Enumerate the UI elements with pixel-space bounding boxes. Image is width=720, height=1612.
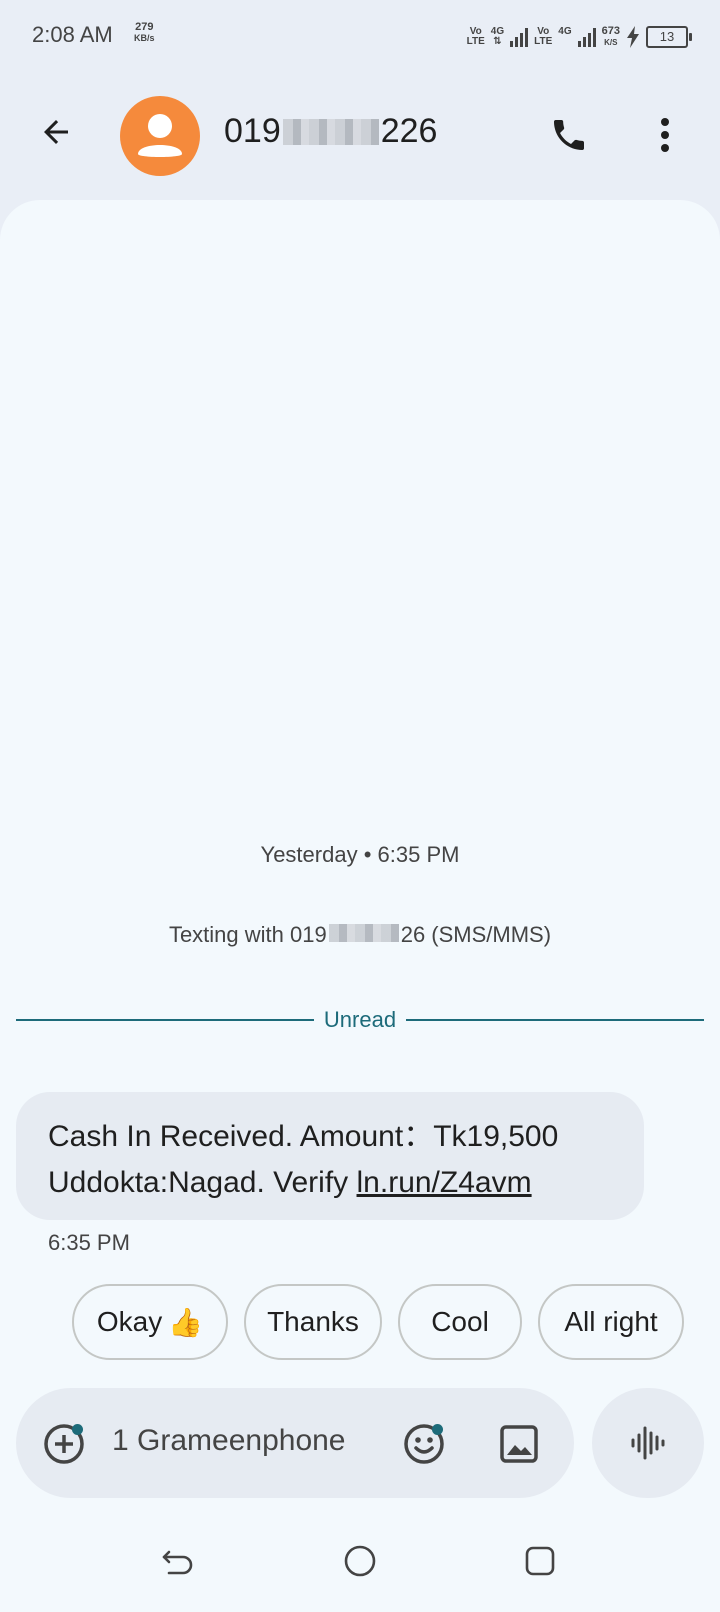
voice-waveform-icon bbox=[631, 1426, 665, 1460]
thumbs-up-icon: 👍 bbox=[168, 1306, 204, 1338]
smart-reply-thanks[interactable]: Thanks bbox=[244, 1284, 382, 1360]
message-bubble[interactable]: Cash In Received. Amount：Tk19,500 Uddokt… bbox=[16, 1092, 644, 1220]
more-options-button[interactable] bbox=[640, 110, 690, 160]
contact-number[interactable]: 019 226 bbox=[224, 112, 437, 151]
message-line-1: Cash In Received. Amount：Tk19,500 bbox=[48, 1120, 559, 1153]
system-nav-bar bbox=[0, 1524, 720, 1612]
network-speed: 673 K/S bbox=[601, 25, 620, 48]
message-link[interactable]: ln.run/Z4avm bbox=[357, 1166, 532, 1199]
more-vert-icon bbox=[661, 118, 669, 152]
charging-bolt-icon bbox=[627, 26, 639, 48]
contact-avatar[interactable] bbox=[120, 96, 200, 176]
compose-bar[interactable]: 1 Grameenphone bbox=[16, 1388, 574, 1498]
nav-home-icon bbox=[344, 1545, 376, 1577]
back-button[interactable] bbox=[32, 108, 80, 156]
texting-with-label: Texting with 019 26 (SMS/MMS) bbox=[168, 922, 552, 947]
status-bar: 2:08 AM 279 KB/s Vo LTE 4G ⇅ Vo LTE 4G 673 … bbox=[0, 0, 720, 72]
status-data-speed: 279 KB/s bbox=[134, 21, 155, 44]
unread-divider: Unread bbox=[16, 1005, 704, 1035]
gallery-button[interactable] bbox=[494, 1418, 544, 1468]
nav-recents-button[interactable] bbox=[510, 1536, 570, 1586]
emoji-button[interactable] bbox=[400, 1418, 450, 1468]
redacted-digits bbox=[282, 118, 379, 145]
nav-recents-icon bbox=[525, 1546, 555, 1576]
add-circle-icon bbox=[44, 1424, 84, 1464]
phone-icon bbox=[554, 120, 584, 150]
status-indicators: Vo LTE 4G ⇅ Vo LTE 4G 673 K/S 13 bbox=[466, 22, 692, 52]
battery-icon: 13 bbox=[646, 26, 692, 48]
arrow-left-icon bbox=[44, 120, 68, 144]
volte-icon-2: Vo LTE bbox=[534, 26, 553, 47]
image-icon bbox=[500, 1425, 538, 1463]
voice-message-button[interactable] bbox=[592, 1388, 704, 1498]
person-icon bbox=[138, 114, 182, 157]
signal-icon-2 bbox=[577, 27, 596, 47]
conversation-area[interactable]: Yesterday • 6:35 PM Texting with 019 26 (… bbox=[0, 200, 720, 1612]
nav-back-button[interactable] bbox=[148, 1536, 208, 1586]
call-button[interactable] bbox=[544, 110, 594, 160]
notification-dot bbox=[72, 1424, 83, 1435]
smiley-icon bbox=[404, 1424, 444, 1464]
notification-dot bbox=[432, 1424, 443, 1435]
smart-reply-okay[interactable]: Okay 👍 bbox=[72, 1284, 228, 1360]
smart-reply-all-right[interactable]: All right bbox=[538, 1284, 684, 1360]
nav-home-button[interactable] bbox=[330, 1536, 390, 1586]
add-attachment-button[interactable] bbox=[40, 1418, 90, 1468]
network-4g-icon-2: 4G bbox=[558, 26, 572, 37]
status-time: 2:08 AM bbox=[32, 22, 113, 47]
nav-back-icon bbox=[162, 1550, 193, 1575]
signal-icon-1 bbox=[510, 27, 529, 47]
smart-reply-cool[interactable]: Cool bbox=[398, 1284, 522, 1360]
message-date-header: Yesterday • 6:35 PM bbox=[260, 842, 460, 867]
app-bar: 019 226 bbox=[0, 80, 720, 190]
network-4g-icon-1: 4G ⇅ bbox=[490, 26, 505, 47]
message-line-2: Uddokta:Nagad. Verify ln.run/Z4avm bbox=[48, 1166, 532, 1199]
message-time: 6:35 PM bbox=[48, 1230, 130, 1255]
unread-label: Unread bbox=[323, 1007, 397, 1032]
volte-icon-1: Vo LTE bbox=[466, 26, 485, 47]
redacted-digits bbox=[328, 924, 399, 942]
message-input[interactable]: 1 Grameenphone bbox=[112, 1424, 346, 1458]
